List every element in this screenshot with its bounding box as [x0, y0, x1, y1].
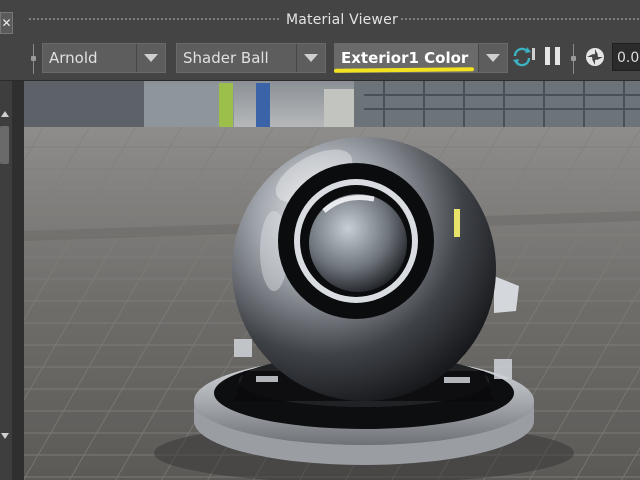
- toolbar-handle-icon[interactable]: [31, 44, 36, 74]
- pause-icon[interactable]: [542, 44, 564, 68]
- scrollbar-thumb[interactable]: [0, 126, 9, 164]
- renderer-dropdown-arrow[interactable]: [136, 44, 165, 72]
- chevron-down-icon: [144, 54, 158, 62]
- scroll-up-icon[interactable]: [1, 111, 9, 117]
- render-viewport[interactable]: [24, 81, 640, 480]
- renderer-label: Arnold: [49, 49, 98, 67]
- title-grip-right[interactable]: [400, 17, 640, 21]
- material-dropdown-arrow[interactable]: [478, 44, 507, 72]
- side-panel: [0, 81, 12, 480]
- chevron-down-icon: [304, 54, 318, 62]
- shader-ball-render: [24, 81, 640, 480]
- toolbar-handle-icon[interactable]: [571, 44, 576, 74]
- geometry-dropdown[interactable]: Shader Ball: [176, 43, 326, 73]
- window-title: Material Viewer: [286, 12, 398, 28]
- renderer-dropdown[interactable]: Arnold: [42, 43, 166, 73]
- title-bar: ✕ Material Viewer: [0, 0, 640, 38]
- close-icon[interactable]: ✕: [0, 12, 13, 34]
- exposure-value-field[interactable]: 0.0: [612, 43, 640, 71]
- scroll-down-icon[interactable]: [1, 433, 9, 439]
- material-label: Exterior1 Color: [341, 49, 469, 67]
- geometry-dropdown-arrow[interactable]: [296, 44, 325, 72]
- title-grip-left[interactable]: [28, 17, 280, 21]
- refresh-icon[interactable]: [510, 44, 536, 68]
- geometry-label: Shader Ball: [183, 49, 269, 67]
- viewport-border: [12, 81, 24, 480]
- aperture-icon[interactable]: [584, 45, 606, 69]
- chevron-down-icon: [486, 54, 500, 62]
